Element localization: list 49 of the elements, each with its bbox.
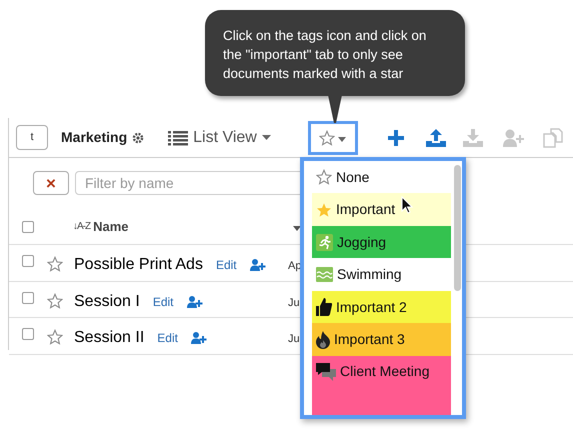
document-name[interactable]: Session I bbox=[74, 290, 140, 314]
tag-menu-item[interactable]: Important bbox=[312, 193, 451, 226]
upload-button[interactable] bbox=[426, 128, 446, 146]
clear-filter-button[interactable]: × bbox=[33, 171, 69, 195]
star-icon[interactable] bbox=[47, 329, 63, 345]
share-icon[interactable] bbox=[186, 296, 202, 308]
folder-title: Marketing bbox=[61, 128, 128, 147]
tag-icon bbox=[316, 363, 336, 382]
star-icon[interactable] bbox=[47, 256, 63, 272]
list-icon bbox=[168, 130, 188, 146]
tag-menu-item[interactable]: None bbox=[312, 161, 451, 194]
star-icon bbox=[319, 130, 336, 146]
edit-link[interactable]: Edit bbox=[152, 292, 174, 310]
caret-icon bbox=[338, 137, 346, 142]
settings-icon[interactable] bbox=[132, 132, 144, 144]
tag-menu-item[interactable]: Important 2 bbox=[312, 290, 451, 324]
row-checkbox[interactable] bbox=[22, 255, 34, 267]
pointer-icon bbox=[401, 196, 413, 214]
table-cell-text: Ju bbox=[288, 296, 300, 310]
tag-icon bbox=[316, 202, 332, 218]
scrollbar[interactable] bbox=[454, 165, 461, 291]
edit-link[interactable]: Edit bbox=[216, 256, 237, 274]
table-cell-text: Ju bbox=[288, 332, 300, 347]
select-all-checkbox[interactable] bbox=[22, 220, 34, 232]
tooltip-pointer-icon bbox=[328, 95, 342, 123]
tooltip: Click on the tags icon and click on the "important" tab to only see documents marked with a star bbox=[205, 10, 465, 96]
view-dropdown[interactable]: List View bbox=[168, 126, 271, 150]
tag-icon bbox=[316, 234, 333, 251]
name-column-header[interactable]: ↓A-Z Name bbox=[73, 216, 129, 236]
row-checkbox[interactable] bbox=[22, 328, 34, 340]
document-name[interactable]: Session II bbox=[74, 326, 144, 350]
tag-menu-item[interactable]: Jogging bbox=[312, 226, 451, 258]
caret-icon bbox=[262, 135, 271, 140]
tag-icon bbox=[316, 330, 330, 349]
document-name[interactable]: Possible Print Ads bbox=[74, 253, 203, 277]
edit-link[interactable]: Edit bbox=[157, 329, 178, 347]
home-button[interactable]: t bbox=[16, 125, 48, 150]
tags-button[interactable] bbox=[308, 120, 358, 154]
sort-caret-icon[interactable] bbox=[293, 226, 301, 231]
tag-menu-item[interactable]: Client Meeting bbox=[312, 356, 451, 415]
tag-icon bbox=[316, 298, 332, 316]
star-icon[interactable] bbox=[47, 292, 63, 308]
share-icon[interactable] bbox=[250, 259, 266, 271]
tag-menu-item[interactable]: Important 3 bbox=[312, 323, 451, 356]
tag-icon bbox=[316, 267, 333, 282]
tag-icon bbox=[316, 169, 332, 186]
share-icon[interactable] bbox=[190, 332, 207, 344]
add-button[interactable] bbox=[388, 130, 404, 146]
row-checkbox[interactable] bbox=[22, 292, 34, 304]
